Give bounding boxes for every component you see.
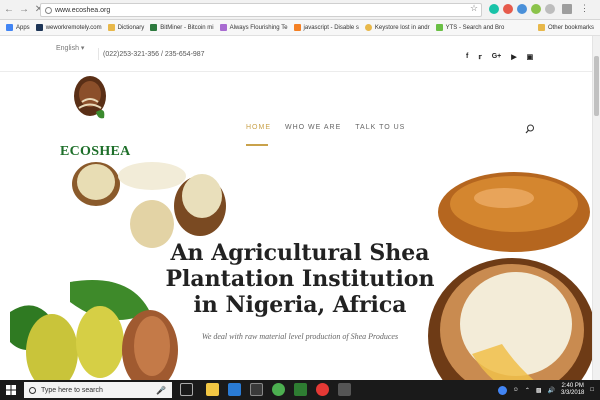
bookmark-icon — [435, 24, 443, 31]
system-tray: ☺ ⌃ ▩ 🔊 2:40 PM 3/3/2018 □ — [497, 383, 594, 397]
bookmark-icon — [293, 24, 301, 31]
hero-banner: An Agricultural Shea Plantation Institut… — [0, 162, 592, 380]
bookmark-javascript[interactable]: javascript - Disable s — [293, 24, 359, 31]
search-icon[interactable] — [525, 124, 535, 134]
clock-date: 3/3/2018 — [561, 390, 585, 396]
clock-time: 2:40 PM — [561, 383, 584, 389]
bookmark-other[interactable]: Other bookmarks — [537, 24, 594, 31]
network-icon[interactable]: ▩ — [536, 387, 542, 394]
clock[interactable]: 2:40 PM 3/3/2018 — [561, 383, 584, 397]
bookmark-label: Always Flourishing Te — [229, 24, 288, 31]
terminal-icon[interactable] — [250, 383, 263, 396]
scrollbar[interactable] — [592, 36, 600, 380]
android-studio-icon[interactable] — [294, 383, 307, 396]
file-explorer-icon[interactable] — [206, 383, 219, 396]
chevron-up-icon[interactable]: ⌃ — [525, 387, 530, 394]
bookmark-label: Keystore lost in andr — [374, 24, 430, 31]
bookmark-icon — [364, 24, 372, 31]
language-label: English — [56, 45, 79, 52]
main-menu: HOME WHO WE ARE TALK TO US — [246, 124, 405, 131]
bookmark-always-flourishing[interactable]: Always Flourishing Te — [219, 24, 288, 31]
bookmark-icon — [150, 24, 158, 31]
folder-icon — [107, 24, 115, 31]
extension-icon[interactable] — [489, 4, 499, 14]
bookmark-label: weworkremotely.com — [45, 24, 102, 31]
chrome-icon[interactable] — [316, 383, 329, 396]
folder-icon — [537, 24, 545, 31]
youtube-icon[interactable]: ▶ — [511, 53, 516, 61]
hero-title: An Agricultural Shea Plantation Institut… — [165, 240, 435, 318]
menu-dots-icon[interactable]: ⋮ — [580, 3, 589, 14]
browser-toolbar: ← → ✕ www.ecoshea.org ☆ ⋮ — [0, 0, 600, 20]
people-icon[interactable]: ☺ — [513, 387, 519, 393]
chevron-down-icon: ▾ — [80, 45, 85, 52]
top-info-bar: English ▾ (022)253-321-356 / 235-654-987… — [0, 36, 592, 72]
shea-nut-shell-image — [438, 172, 590, 252]
task-view-icon[interactable] — [180, 383, 193, 396]
address-bar[interactable]: www.ecoshea.org — [40, 3, 482, 17]
twitter-icon[interactable]: 𝕣 — [478, 53, 481, 61]
menu-item-talk-to-us[interactable]: TALK TO US — [355, 124, 405, 131]
bookmarks-bar: Apps weworkremotely.com Dictionary BitMi… — [0, 20, 600, 36]
chrome-tray-icon[interactable] — [497, 385, 507, 395]
extension-icon[interactable] — [545, 4, 555, 14]
hero-subtitle: We deal with raw material level producti… — [201, 332, 399, 341]
bookmark-label: Other bookmarks — [547, 24, 594, 31]
taskbar-search[interactable]: Type here to search 🎤 — [24, 382, 172, 398]
search-placeholder: Type here to search — [41, 386, 103, 394]
microphone-icon[interactable]: 🎤 — [156, 386, 166, 395]
url-text: www.ecoshea.org — [55, 6, 111, 14]
bookmark-keystore[interactable]: Keystore lost in andr — [364, 24, 430, 31]
forward-icon[interactable]: → — [18, 3, 30, 17]
extension-icon[interactable] — [531, 4, 541, 14]
taskbar: Type here to search 🎤 ☺ ⌃ ▩ 🔊 2:40 PM 3/… — [0, 380, 600, 400]
bookmark-dictionary[interactable]: Dictionary — [107, 24, 145, 31]
facebook-icon[interactable]: f — [466, 53, 468, 61]
social-links: f 𝕣 G+ ▶ ▣ — [466, 53, 533, 61]
active-menu-indicator — [246, 144, 268, 146]
app-icon[interactable] — [338, 383, 351, 396]
apps-icon — [6, 24, 13, 31]
windows-start-icon[interactable] — [6, 385, 16, 395]
logo-text[interactable]: ECOSHEA — [60, 144, 130, 160]
bookmark-weworkremotely[interactable]: weworkremotely.com — [35, 24, 102, 31]
bookmark-icon — [219, 24, 227, 31]
notifications-icon[interactable]: □ — [590, 387, 594, 393]
bookmark-bitminer[interactable]: BitMiner - Bitcoin mi — [150, 24, 214, 31]
scroll-thumb[interactable] — [594, 56, 599, 116]
logo-icon[interactable] — [60, 74, 122, 124]
menu-item-home[interactable]: HOME — [246, 124, 271, 131]
vscode-icon[interactable] — [228, 383, 241, 396]
bookmark-label: Dictionary — [117, 24, 145, 31]
bookmark-star-icon[interactable]: ☆ — [470, 3, 478, 14]
web-page: English ▾ (022)253-321-356 / 235-654-987… — [0, 36, 592, 380]
language-selector[interactable]: English ▾ — [56, 44, 84, 52]
menu-item-who-we-are[interactable]: WHO WE ARE — [285, 124, 341, 131]
bookmark-icon — [35, 24, 43, 31]
back-icon[interactable]: ← — [3, 3, 15, 17]
bookmark-label: Apps — [16, 24, 30, 31]
profile-icon[interactable] — [562, 4, 572, 14]
cortana-icon — [29, 386, 36, 394]
phone-number: (022)253-321-356 / 235-654-987 — [98, 48, 205, 60]
bookmark-yts[interactable]: YTS - Search and Bro — [435, 24, 505, 31]
volume-icon[interactable]: 🔊 — [548, 387, 555, 394]
google-plus-icon[interactable]: G+ — [492, 53, 502, 61]
app-icon[interactable] — [272, 383, 285, 396]
extension-icon[interactable] — [517, 4, 527, 14]
site-header: ECOSHEA HOME WHO WE ARE TALK TO US — [0, 72, 592, 162]
info-icon[interactable] — [45, 6, 52, 14]
bookmark-apps[interactable]: Apps — [6, 24, 30, 31]
extension-icon[interactable] — [503, 4, 513, 14]
instagram-icon[interactable]: ▣ — [527, 53, 534, 61]
bookmark-label: BitMiner - Bitcoin mi — [160, 24, 214, 31]
bookmark-label: YTS - Search and Bro — [445, 24, 505, 31]
bookmark-label: javascript - Disable s — [303, 24, 359, 31]
